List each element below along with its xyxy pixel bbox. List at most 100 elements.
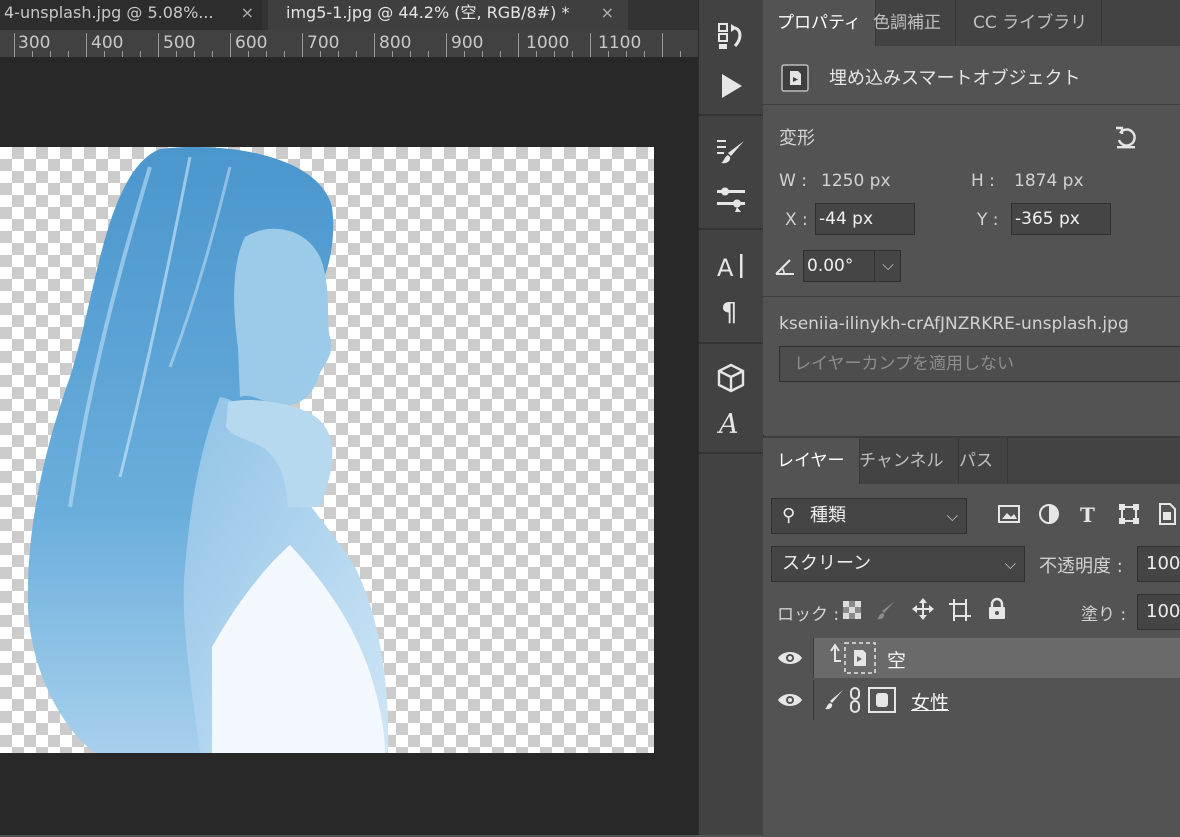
blend-mode-value: スクリーン <box>782 553 872 574</box>
layer-row[interactable]: 空 <box>763 638 1180 678</box>
document-area: 4-unsplash.jpg @ 5.08%... × img5-1.jpg @… <box>0 0 698 835</box>
ruler-tick <box>338 51 339 57</box>
chevron-down-icon[interactable]: ⌵ <box>874 250 901 282</box>
ruler-tick <box>410 51 411 57</box>
lock-label: ロック : <box>777 605 840 625</box>
fill-input[interactable]: 100% <box>1137 594 1180 630</box>
filter-smart-object-icon[interactable] <box>1154 501 1180 527</box>
clipping-arrow-icon <box>830 643 841 662</box>
ruler-tick <box>644 51 645 57</box>
ruler-tick <box>356 51 357 57</box>
svg-text:A: A <box>716 409 739 438</box>
tab-paths[interactable]: パス <box>945 438 1008 484</box>
strip-group-1 <box>699 0 763 116</box>
ruler-tick <box>320 51 321 57</box>
ruler-tick <box>608 51 609 57</box>
layer-filter-label: 種類 <box>810 505 846 526</box>
filter-type-icon[interactable]: T <box>1076 501 1102 527</box>
tab-channels[interactable]: チャンネル <box>845 438 959 484</box>
close-icon[interactable]: × <box>241 0 254 26</box>
eye-visibility-icon[interactable] <box>777 690 803 710</box>
ruler-tick <box>104 51 105 57</box>
opacity-input[interactable]: 100% <box>1137 546 1180 582</box>
search-icon: ⚲ <box>782 505 796 526</box>
ruler-tick <box>140 51 141 57</box>
ruler-tick <box>50 51 51 57</box>
lock-all-icon[interactable] <box>986 597 1008 621</box>
properties-tab-bar: プロパティ 色調補正 CC ライブラリ <box>763 0 1180 46</box>
ruler-tick <box>554 51 555 57</box>
svg-text:A: A <box>717 254 734 282</box>
ruler-label: 700 <box>307 33 340 53</box>
svg-text:T: T <box>1080 503 1095 527</box>
ruler-tick <box>302 33 303 57</box>
ruler-tick <box>32 51 33 57</box>
history-brush-icon[interactable] <box>715 20 747 52</box>
chain-link-icon[interactable] <box>847 686 863 714</box>
ruler-tick <box>626 51 627 57</box>
chevron-down-icon: ⌵ <box>1004 555 1016 573</box>
linked-filename: kseniia-ilinykh-crAfJNZRKRE-unsplash.jpg <box>779 314 1129 334</box>
ruler-tick <box>464 51 465 57</box>
ruler-tick <box>284 51 285 57</box>
filter-adjustment-icon[interactable] <box>1036 501 1062 527</box>
layer-filter-select[interactable]: ⚲ 種類 ⌵ <box>771 498 967 534</box>
tab-cc-libraries[interactable]: CC ライブラリ <box>959 0 1103 46</box>
close-icon[interactable]: × <box>601 0 614 26</box>
layers-tab-bar: レイヤー チャンネル パス <box>763 438 1180 484</box>
paragraph-icon[interactable]: ¶ <box>715 294 747 326</box>
filter-shape-icon[interactable] <box>1116 501 1142 527</box>
ruler-tick <box>158 33 159 57</box>
reset-transform-icon[interactable] <box>1113 124 1139 150</box>
ruler-tick <box>194 51 195 57</box>
glyphs-icon[interactable]: A <box>715 406 747 438</box>
ruler-tick <box>518 33 519 57</box>
x-label: X : <box>785 210 808 230</box>
3d-cube-icon[interactable] <box>715 362 747 394</box>
filter-pixel-icon[interactable] <box>996 501 1022 527</box>
character-icon[interactable]: A <box>715 250 747 282</box>
ruler-label: 900 <box>451 33 484 53</box>
ruler-tick <box>428 51 429 57</box>
layer-row[interactable]: 女性 <box>763 680 1180 720</box>
x-position-input[interactable]: -44 px <box>815 203 915 235</box>
divider <box>813 680 814 720</box>
ruler-tick <box>392 51 393 57</box>
document-tab-2[interactable]: img5-1.jpg @ 44.2% (空, RGB/8#) * × <box>268 0 628 30</box>
play-icon[interactable] <box>715 70 747 102</box>
ruler-label: 1100 <box>598 33 642 53</box>
eye-visibility-icon[interactable] <box>777 648 803 668</box>
tab-adjustments[interactable]: 色調補正 <box>859 0 956 46</box>
lock-artboard-icon[interactable] <box>948 598 972 622</box>
layer-name[interactable]: 空 <box>887 646 906 673</box>
layer-comp-select[interactable]: レイヤーカンプを適用しない <box>779 346 1180 382</box>
y-position-input[interactable]: -365 px <box>1011 203 1111 235</box>
lock-image-pixels-icon[interactable] <box>875 599 897 621</box>
ruler-tick <box>662 33 663 57</box>
ruler-label: 800 <box>379 33 412 53</box>
adjust-sliders-icon[interactable] <box>715 182 747 214</box>
angle-value: 0.00° <box>807 256 854 276</box>
fill-label: 塗り : <box>1081 605 1127 625</box>
smart-object-type: 埋め込みスマートオブジェクト <box>829 68 1081 89</box>
layer-mask-thumbnail-icon <box>868 687 896 713</box>
document-tab-bar: 4-unsplash.jpg @ 5.08%... × img5-1.jpg @… <box>0 0 698 30</box>
woman-silhouette-image <box>27 147 389 753</box>
ruler-tick <box>230 33 231 57</box>
ruler-tick <box>14 33 15 57</box>
blend-mode-select[interactable]: スクリーン ⌵ <box>771 546 1025 582</box>
ruler-tick <box>536 51 537 57</box>
lock-position-icon[interactable] <box>911 597 935 621</box>
ruler-tick <box>500 51 501 57</box>
document-tab-1[interactable]: 4-unsplash.jpg @ 5.08%... × <box>0 0 262 30</box>
angle-icon <box>775 259 794 275</box>
divider <box>813 638 814 678</box>
ruler-label: 1000 <box>526 33 570 53</box>
canvas[interactable] <box>0 147 654 753</box>
angle-input[interactable]: 0.00° ⌵ <box>803 250 901 282</box>
brush-settings-icon[interactable] <box>715 136 747 168</box>
chevron-down-icon: ⌵ <box>946 507 958 525</box>
ruler-tick <box>572 51 573 57</box>
layer-name[interactable]: 女性 <box>911 688 949 715</box>
lock-transparent-pixels-icon[interactable] <box>841 599 863 621</box>
